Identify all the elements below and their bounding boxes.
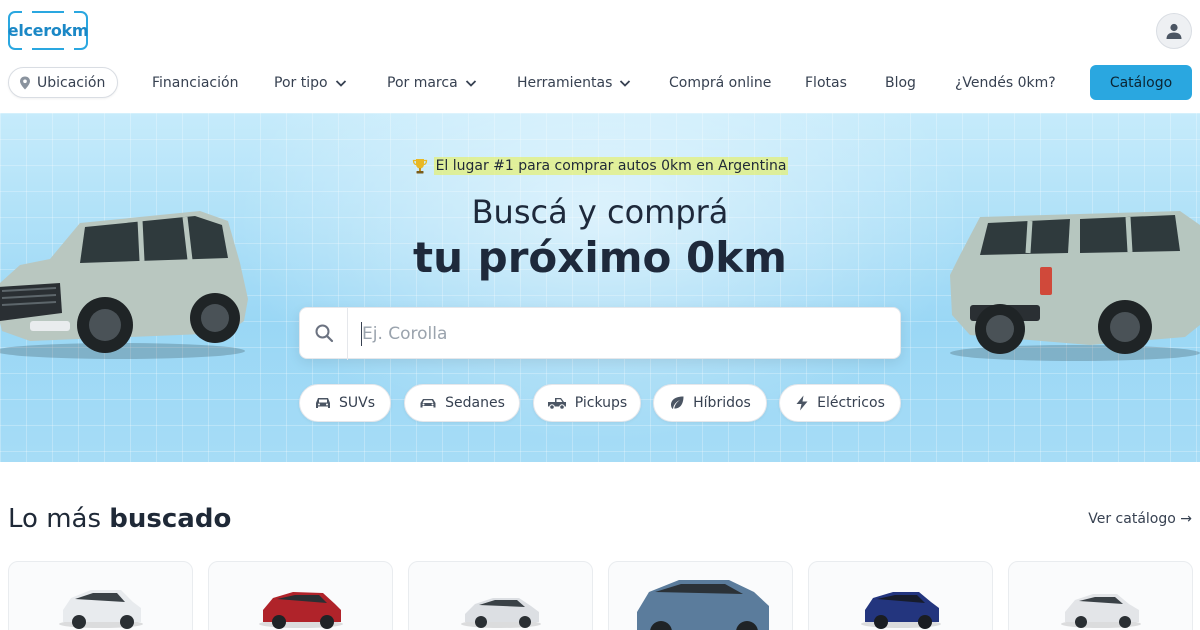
user-avatar-button[interactable]	[1156, 13, 1192, 49]
car-thumbnail-image	[861, 592, 941, 629]
hero-tagline-text: El lugar #1 para comprar autos 0km en Ar…	[433, 157, 789, 175]
hero-car-left-image	[0, 211, 248, 359]
catalog-button[interactable]: Catálogo	[1090, 65, 1192, 100]
car-card[interactable]	[208, 561, 393, 630]
car-thumbnail-image	[1061, 594, 1141, 628]
hero-tagline: El lugar #1 para comprar autos 0km en Ar…	[400, 155, 800, 177]
brand-logo[interactable]: elcerokm	[7, 11, 89, 50]
chip-label: Pickups	[574, 395, 628, 411]
sedan-icon	[420, 399, 436, 408]
car-thumbnail-image	[259, 592, 343, 629]
nav-label: Financiación	[152, 75, 239, 91]
hero-title-line1: Buscá y comprá	[471, 193, 729, 231]
chip-suvs[interactable]: SUVs	[299, 384, 391, 422]
car-card[interactable]	[408, 561, 593, 630]
nav-label: Herramientas	[517, 75, 613, 91]
search-divider	[347, 308, 348, 360]
nav-por-marca[interactable]: Por marca	[387, 64, 478, 102]
catalog-button-label: Catálogo	[1109, 74, 1173, 91]
location-button[interactable]: Ubicación	[8, 67, 119, 98]
nav-label: Blog	[885, 75, 916, 91]
chip-label: Eléctricos	[817, 395, 885, 411]
nav-compra-online[interactable]: Comprá online	[669, 64, 771, 102]
nav-blog[interactable]: Blog	[885, 64, 916, 102]
car-card[interactable]	[1008, 561, 1193, 630]
section-title-regular: Lo más	[8, 504, 102, 534]
search-bar	[299, 307, 901, 360]
suv-icon	[315, 398, 330, 408]
chip-label: SUVs	[338, 395, 375, 411]
nav-label: ¿Vendés 0km?	[955, 75, 1056, 91]
leaf-icon	[671, 396, 684, 409]
nav-herramientas[interactable]: Herramientas	[517, 64, 632, 102]
user-icon	[1166, 23, 1182, 39]
trophy-icon	[412, 159, 427, 174]
section-title: Lo más buscado	[8, 504, 231, 534]
search-input[interactable]	[362, 318, 882, 350]
hero-car-right-image	[950, 211, 1200, 361]
chip-label: Híbridos	[693, 395, 751, 411]
chip-pickups[interactable]: Pickups	[533, 384, 641, 422]
nav-flotas[interactable]: Flotas	[805, 64, 847, 102]
nav-por-tipo[interactable]: Por tipo	[274, 64, 348, 102]
hero-banner: El lugar #1 para comprar autos 0km en Ar…	[0, 113, 1200, 462]
nav-vendes-0km[interactable]: ¿Vendés 0km?	[955, 64, 1056, 102]
nav-label: Por marca	[387, 75, 458, 91]
top-bar: elcerokm	[0, 0, 1200, 60]
nav-label: Por tipo	[274, 75, 328, 91]
chip-hibridos[interactable]: Híbridos	[653, 384, 767, 422]
car-thumbnail-image	[461, 598, 541, 628]
main-nav: Ubicación Financiación Por tipo Por marc…	[0, 64, 1200, 104]
see-catalog-link[interactable]: Ver catálogo →	[1088, 511, 1192, 527]
brand-logo-text: elcerokm	[7, 21, 89, 40]
hero-title-line2: tu próximo 0km	[413, 233, 787, 282]
chip-sedanes[interactable]: Sedanes	[404, 384, 520, 422]
bolt-icon	[796, 395, 808, 411]
map-pin-icon	[20, 76, 30, 89]
chevron-down-icon	[335, 80, 346, 87]
car-thumbnail-image	[637, 580, 769, 630]
car-card[interactable]	[608, 561, 793, 630]
nav-financiacion[interactable]: Financiación	[152, 64, 238, 102]
chevron-down-icon	[620, 80, 631, 87]
nav-label: Comprá online	[669, 75, 772, 91]
chip-label: Sedanes	[445, 395, 505, 411]
chevron-down-icon	[465, 80, 476, 87]
chip-electricos[interactable]: Eléctricos	[779, 384, 901, 422]
car-card[interactable]	[8, 561, 193, 630]
location-label: Ubicación	[37, 74, 106, 91]
car-thumbnail-image	[59, 590, 143, 629]
car-card[interactable]	[808, 561, 993, 630]
search-icon[interactable]	[314, 323, 334, 343]
pickup-icon	[547, 398, 566, 410]
nav-label: Flotas	[805, 75, 847, 91]
section-title-bold: buscado	[109, 504, 232, 534]
